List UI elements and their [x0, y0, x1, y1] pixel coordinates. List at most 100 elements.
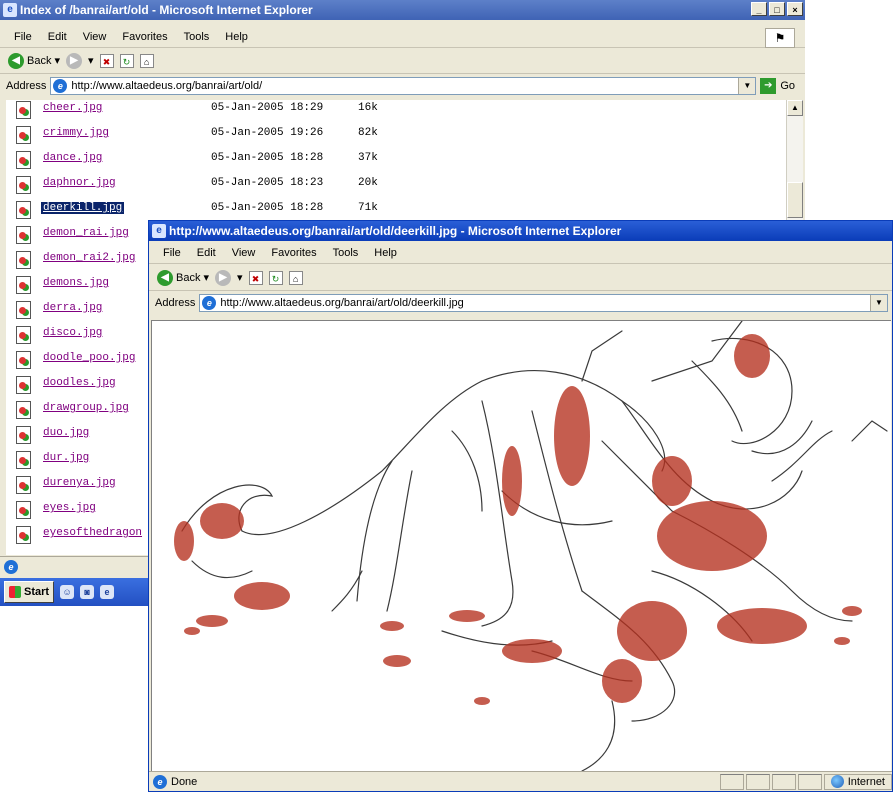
- home-icon[interactable]: ⌂: [139, 53, 154, 68]
- chevron-down-icon[interactable]: ▾: [203, 271, 209, 284]
- vertical-scrollbar[interactable]: ▲: [786, 100, 803, 220]
- go-arrow-icon: ➔: [760, 78, 777, 94]
- menu-favorites[interactable]: Favorites: [263, 247, 324, 259]
- refresh-icon[interactable]: ↻: [268, 270, 283, 285]
- scroll-thumb[interactable]: [787, 182, 803, 218]
- file-link[interactable]: eyes.jpg: [43, 502, 96, 514]
- go-button[interactable]: ➔ Go: [760, 78, 795, 94]
- image-file-icon[interactable]: [16, 126, 31, 144]
- menu-edit[interactable]: Edit: [189, 247, 224, 259]
- image-file-icon[interactable]: [16, 101, 31, 119]
- image-file-icon[interactable]: [16, 226, 31, 244]
- image-file-icon[interactable]: [16, 376, 31, 394]
- file-link[interactable]: dur.jpg: [43, 452, 89, 464]
- image-file-icon[interactable]: [16, 176, 31, 194]
- image-file-icon[interactable]: [16, 326, 31, 344]
- menu-tools[interactable]: Tools: [325, 247, 367, 259]
- back-arrow-icon: ◀: [157, 269, 173, 286]
- forward-button[interactable]: ▶: [66, 52, 82, 69]
- windows-logo-icon: ⚑: [765, 28, 795, 48]
- home-icon[interactable]: ⌂: [288, 270, 303, 285]
- image-window-titlebar[interactable]: e http://www.altaedeus.org/banrai/art/ol…: [149, 221, 892, 241]
- image-file-icon[interactable]: [16, 351, 31, 369]
- directory-window-titlebar[interactable]: e Index of /banrai/art/old - Microsoft I…: [0, 0, 805, 20]
- back-button[interactable]: ◀ Back ▾: [8, 52, 60, 69]
- menu-help[interactable]: Help: [217, 31, 256, 43]
- directory-window-title: Index of /banrai/art/old - Microsoft Int…: [20, 3, 313, 17]
- file-link[interactable]: duo.jpg: [43, 427, 89, 439]
- image-file-icon[interactable]: [16, 276, 31, 294]
- file-link[interactable]: demon_rai.jpg: [43, 227, 129, 239]
- chevron-down-icon[interactable]: ▾: [88, 54, 94, 67]
- menu-view[interactable]: View: [224, 247, 264, 259]
- start-label: Start: [24, 586, 50, 598]
- image-file-icon[interactable]: [16, 426, 31, 444]
- address-input[interactable]: e http://www.altaedeus.org/banrai/art/ol…: [199, 294, 888, 312]
- file-link[interactable]: doodle_poo.jpg: [43, 352, 135, 364]
- file-link[interactable]: derra.jpg: [43, 302, 102, 314]
- file-link[interactable]: dance.jpg: [43, 152, 102, 164]
- security-zone[interactable]: Internet: [823, 773, 892, 790]
- minimize-button[interactable]: _: [751, 2, 767, 16]
- menu-help[interactable]: Help: [366, 247, 405, 259]
- file-link[interactable]: demon_rai2.jpg: [43, 252, 135, 264]
- directory-addressbar: Address e http://www.altaedeus.org/banra…: [0, 75, 805, 97]
- address-url[interactable]: http://www.altaedeus.org/banrai/art/old/…: [220, 297, 463, 309]
- address-dropdown-icon[interactable]: ▼: [870, 295, 887, 311]
- chevron-down-icon[interactable]: ▾: [237, 271, 243, 284]
- menu-favorites[interactable]: Favorites: [114, 31, 175, 43]
- file-link[interactable]: eyesofthedragon: [43, 527, 142, 539]
- file-size: 20k: [358, 177, 378, 189]
- start-button[interactable]: Start: [4, 581, 55, 603]
- image-file-icon[interactable]: [16, 251, 31, 269]
- image-file-icon[interactable]: [16, 301, 31, 319]
- file-link[interactable]: drawgroup.jpg: [43, 402, 129, 414]
- image-file-icon[interactable]: [16, 201, 31, 219]
- messenger-icon[interactable]: ☺: [60, 585, 75, 599]
- back-label: Back: [176, 271, 201, 284]
- status-pane: [719, 773, 744, 790]
- file-date: 05-Jan-2005 18:23: [211, 177, 324, 189]
- image-file-icon[interactable]: [16, 401, 31, 419]
- menu-file[interactable]: File: [6, 31, 40, 43]
- status-pane: [771, 773, 796, 790]
- address-url[interactable]: http://www.altaedeus.org/banrai/art/old/: [71, 80, 262, 92]
- menu-tools[interactable]: Tools: [176, 31, 218, 43]
- image-file-icon[interactable]: [16, 501, 31, 519]
- file-link[interactable]: durenya.jpg: [43, 477, 116, 489]
- menu-file[interactable]: File: [155, 247, 189, 259]
- windows-flag-icon: [9, 586, 21, 598]
- image-file-icon[interactable]: [16, 451, 31, 469]
- close-button[interactable]: ×: [787, 2, 803, 16]
- zone-label: Internet: [847, 775, 885, 788]
- image-statusbar: e Done Internet: [149, 771, 892, 791]
- file-link[interactable]: cheer.jpg: [43, 102, 102, 114]
- menu-edit[interactable]: Edit: [40, 31, 75, 43]
- ie-icon: e: [152, 224, 166, 238]
- back-button[interactable]: ◀ Back ▾: [157, 269, 209, 286]
- file-link[interactable]: demons.jpg: [43, 277, 109, 289]
- ie-quicklaunch-icon[interactable]: e: [100, 585, 115, 599]
- file-link[interactable]: daphnor.jpg: [43, 177, 116, 189]
- forward-button[interactable]: ▶: [215, 269, 231, 286]
- file-link[interactable]: doodles.jpg: [43, 377, 116, 389]
- maximize-button[interactable]: □: [769, 2, 785, 16]
- file-link[interactable]: disco.jpg: [43, 327, 102, 339]
- image-file-icon[interactable]: [16, 476, 31, 494]
- file-link[interactable]: deerkill.jpg: [41, 202, 125, 214]
- refresh-icon[interactable]: ↻: [119, 53, 134, 68]
- menu-view[interactable]: View: [75, 31, 115, 43]
- image-file-icon[interactable]: [16, 526, 31, 544]
- file-link[interactable]: crimmy.jpg: [43, 127, 109, 139]
- stop-icon[interactable]: ✖: [99, 53, 114, 68]
- file-date: 05-Jan-2005 18:29: [211, 102, 324, 114]
- address-dropdown-icon[interactable]: ▼: [738, 78, 756, 94]
- chevron-down-icon[interactable]: ▾: [54, 54, 60, 67]
- address-input[interactable]: e http://www.altaedeus.org/banrai/art/ol…: [50, 77, 757, 95]
- camera-icon[interactable]: ◙: [80, 585, 95, 599]
- stop-icon[interactable]: ✖: [248, 270, 263, 285]
- file-row: daphnor.jpg 05-Jan-2005 18:23 20k: [6, 175, 786, 200]
- file-date: 05-Jan-2005 18:28: [211, 202, 324, 214]
- scroll-up-icon[interactable]: ▲: [787, 100, 803, 116]
- image-file-icon[interactable]: [16, 151, 31, 169]
